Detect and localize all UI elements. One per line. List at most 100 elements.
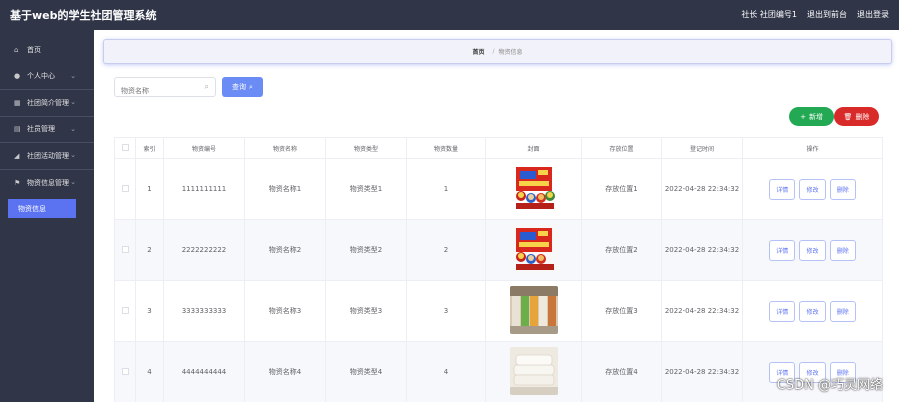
cell-time: 2022-04-28 22:34:32	[661, 158, 743, 220]
cell-location: 存放位置1	[581, 158, 662, 220]
row-select-cell[interactable]	[114, 341, 136, 402]
cell-type: 物资类型4	[325, 341, 407, 402]
search-icon: ⌕	[204, 82, 209, 91]
sidebar-item-label: 社员管理	[27, 125, 55, 134]
sidebar-item-supplies[interactable]: ⚑ 物资信息管理 ⌄	[0, 170, 94, 197]
row-checkbox[interactable]	[121, 306, 129, 314]
paper-towel-rolls-image	[509, 286, 558, 334]
sidebar-item-label: 社团活动管理	[27, 151, 69, 160]
sidebar-item-label: 个人中心	[27, 72, 55, 81]
sidebar-item-label: 首页	[27, 46, 41, 55]
sidebar-item-club-intro[interactable]: ▦ 社团简介管理 ⌄	[0, 90, 94, 117]
cell-time: 2022-04-28 22:34:32	[661, 341, 743, 402]
cell-time: 2022-04-28 22:34:32	[661, 219, 743, 281]
cell-cover	[485, 219, 582, 281]
chevron-down-icon: ⌄	[70, 124, 76, 133]
column-header: 存放位置	[581, 137, 662, 159]
table-row: 2 2222222222 物资名称2 物资类型2 2 存放位置2 2022-04…	[114, 219, 883, 281]
column-header: 封面	[485, 137, 582, 159]
cell-quantity: 1	[406, 158, 486, 220]
cell-code: 1111111111	[163, 158, 245, 220]
add-button[interactable]: + 新增	[789, 107, 834, 126]
cell-cover	[485, 341, 582, 402]
add-button-label: 新增	[808, 112, 823, 121]
supplies-table: 索引 物资编号 物资名称 物资类型 物资数量 封面 存放位置 登记时间 操作 1…	[114, 137, 883, 402]
detail-button[interactable]: 详情	[769, 239, 796, 261]
cell-quantity: 3	[406, 280, 486, 342]
cell-code: 2222222222	[163, 219, 245, 281]
search-input[interactable]	[121, 82, 205, 100]
plus-icon: +	[800, 112, 806, 121]
trash-icon: 🗑	[843, 112, 853, 121]
cell-actions: 详情 修改 删除	[742, 158, 883, 220]
sidebar-item-home[interactable]: ⌂ 首页	[0, 37, 94, 64]
row-checkbox[interactable]	[121, 245, 129, 253]
search-field[interactable]: ⌕	[114, 77, 216, 100]
sidebar-item-activities[interactable]: ◢ 社团活动管理 ⌄	[0, 143, 94, 170]
cell-type: 物资类型3	[325, 280, 407, 342]
column-header: 物资编号	[163, 137, 245, 159]
column-header: 物资名称	[244, 137, 326, 159]
column-header: 物资数量	[406, 137, 486, 159]
cell-index: 3	[135, 280, 164, 342]
sidebar: ⌂ 首页 ● 个人中心 ⌄ ▦ 社团简介管理 ⌄ ▤ 社员管理 ⌄ ◢ 社团活动…	[0, 30, 94, 402]
app-title: 基于web的学生社团管理系统	[10, 9, 157, 22]
query-button-label: 查询	[232, 83, 247, 91]
delete-row-button[interactable]: 删除	[829, 300, 856, 322]
chevron-down-icon: ⌄	[70, 98, 76, 106]
row-select-cell[interactable]	[114, 158, 136, 220]
cell-type: 物资类型1	[325, 158, 407, 220]
select-all-checkbox[interactable]	[121, 143, 129, 151]
cell-name: 物资名称3	[244, 280, 326, 342]
cell-quantity: 4	[406, 341, 486, 402]
breadcrumb-home[interactable]: 首页	[472, 47, 484, 56]
sidebar-item-label: 社团简介管理	[27, 98, 69, 107]
edit-button[interactable]: 修改	[799, 300, 826, 322]
chevron-down-icon: ⌄	[70, 71, 76, 80]
logout-link[interactable]: 退出登录	[857, 9, 889, 20]
sidebar-subitem-supplies-info[interactable]: 物资信息	[8, 199, 76, 218]
detail-button[interactable]: 详情	[769, 300, 796, 322]
delete-row-button[interactable]: 删除	[829, 178, 856, 200]
cell-cover	[485, 280, 582, 342]
batch-delete-button[interactable]: 🗑 删除	[834, 107, 879, 126]
sidebar-item-members[interactable]: ▤ 社员管理 ⌄	[0, 117, 94, 143]
edit-button[interactable]: 修改	[799, 178, 826, 200]
main-content: 首页 / 物资信息 ⌕ 查询 ⌕ + 新增 🗑 删除 索引 物资编号 物资名称 …	[94, 30, 899, 402]
grid-icon: ▦	[14, 98, 21, 107]
row-select-cell[interactable]	[114, 219, 136, 281]
row-select-cell[interactable]	[114, 280, 136, 342]
breadcrumb: 首页 / 物资信息	[103, 39, 892, 64]
edit-button[interactable]: 修改	[799, 239, 826, 261]
top-links: 社长 社团编号1 退出到前台 退出登录	[741, 9, 889, 20]
cell-time: 2022-04-28 22:34:32	[661, 280, 743, 342]
row-checkbox[interactable]	[121, 184, 129, 192]
instant-noodle-box-image	[509, 225, 558, 273]
user-icon: ●	[14, 72, 21, 81]
chevron-down-icon: ⌄	[70, 151, 76, 159]
column-header: 登记时间	[661, 137, 743, 159]
cell-code: 3333333333	[163, 280, 245, 342]
cell-name: 物资名称2	[244, 219, 326, 281]
home-icon: ⌂	[14, 46, 19, 55]
delete-row-button[interactable]: 删除	[829, 239, 856, 261]
select-all-header[interactable]	[114, 137, 136, 159]
cell-cover	[485, 158, 582, 220]
sidebar-item-profile[interactable]: ● 个人中心 ⌄	[0, 64, 94, 90]
column-header: 物资类型	[325, 137, 407, 159]
cell-location: 存放位置2	[581, 219, 662, 281]
breadcrumb-current: 物资信息	[498, 49, 523, 56]
table-row: 4 4444444444 物资名称4 物资类型4 4 存放位置4 2022-04…	[114, 341, 883, 402]
cell-index: 4	[135, 341, 164, 402]
column-header: 索引	[135, 137, 164, 159]
cell-type: 物资类型2	[325, 219, 407, 281]
column-header: 操作	[742, 137, 883, 159]
cell-name: 物资名称1	[244, 158, 326, 220]
cell-location: 存放位置4	[581, 341, 662, 402]
query-button[interactable]: 查询 ⌕	[222, 77, 263, 97]
row-checkbox[interactable]	[121, 367, 129, 375]
detail-button[interactable]: 详情	[769, 178, 796, 200]
exit-to-frontend-link[interactable]: 退出到前台	[807, 9, 847, 20]
list-icon: ▤	[14, 125, 21, 134]
cell-index: 1	[135, 158, 164, 220]
